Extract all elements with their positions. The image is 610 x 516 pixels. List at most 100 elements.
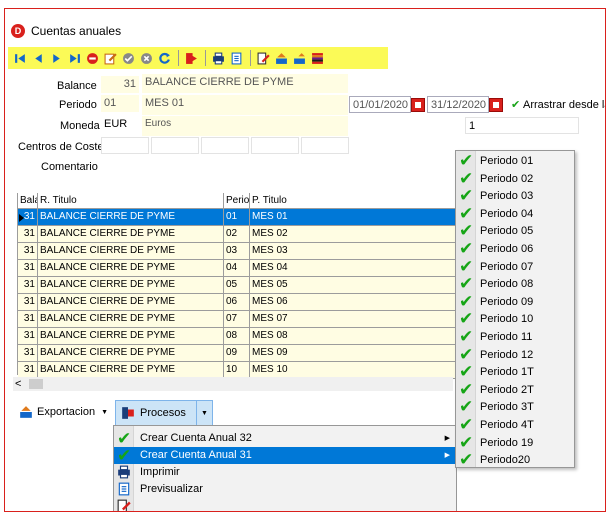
table-row[interactable]: 31 BALANCE CIERRE DE PYME 07 MES 07	[18, 311, 458, 328]
edit-icon[interactable]	[102, 50, 119, 66]
table-cell[interactable]: MES 02	[250, 226, 458, 243]
procesos-menu-item[interactable]: ✔ Crear Cuenta Anual 31 ▶	[114, 447, 456, 465]
table-row[interactable]: 31 BALANCE CIERRE DE PYME 03 MES 03	[18, 243, 458, 260]
periodo-menu-item[interactable]: ✔ Periodo 1T	[456, 364, 574, 382]
table-cell[interactable]: 04	[224, 260, 250, 277]
prev-icon[interactable]	[30, 50, 47, 66]
table-cell[interactable]: 08	[224, 328, 250, 345]
periodo-menu-item[interactable]: ✔ Periodo 04	[456, 205, 574, 224]
table-cell[interactable]: 06	[224, 294, 250, 311]
periodo-menu-item[interactable]: ✔ Periodo 3T	[456, 399, 574, 417]
table-cell[interactable]: 31	[18, 345, 38, 362]
export-button[interactable]: Exportacion ▼	[13, 399, 114, 425]
table-row[interactable]: 31 BALANCE CIERRE DE PYME 09 MES 09	[18, 345, 458, 362]
periodo-menu-item[interactable]: ✔ Periodo 19	[456, 434, 574, 453]
table-cell[interactable]: MES 06	[250, 294, 458, 311]
table-cell[interactable]: 01	[224, 209, 250, 226]
table-cell[interactable]: BALANCE CIERRE DE PYME	[38, 209, 224, 226]
grid-header-perio[interactable]: Perio	[224, 193, 250, 209]
moneda-name-field[interactable]: Euros	[142, 116, 348, 136]
periodo-menu-item[interactable]: ✔ Periodo 4T	[456, 417, 574, 435]
grid-header-r-titulo[interactable]: R. Titulo	[38, 193, 224, 209]
moneda-code-field[interactable]: EUR	[101, 116, 139, 133]
confirm-icon[interactable]	[120, 50, 137, 66]
table-cell[interactable]: 07	[224, 311, 250, 328]
periodo-menu-item[interactable]: ✔ Periodo 02	[456, 170, 574, 189]
table-cell[interactable]: 03	[224, 243, 250, 260]
table-cell[interactable]: BALANCE CIERRE DE PYME	[38, 345, 224, 362]
procesos-menu-item[interactable]: Previsualizar	[114, 481, 456, 498]
procesos-button[interactable]: Procesos ▼	[115, 400, 213, 426]
date-from-calendar-icon[interactable]	[411, 98, 425, 112]
procesos-menu-item[interactable]: ✔ Crear Cuenta Anual 32 ▶	[114, 430, 456, 448]
periodo-menu-item[interactable]: ✔ Periodo20	[456, 452, 574, 470]
table-cell[interactable]: 31	[18, 328, 38, 345]
arrastrar-check-icon[interactable]: ✔	[511, 98, 520, 111]
procesos-menu-item[interactable]	[114, 498, 456, 511]
table-cell[interactable]: BALANCE CIERRE DE PYME	[38, 294, 224, 311]
upload-icon[interactable]	[273, 50, 290, 66]
date-to-calendar-icon[interactable]	[489, 98, 503, 112]
centro-field-1[interactable]	[101, 137, 149, 154]
table-cell[interactable]: 31	[18, 311, 38, 328]
delete-icon[interactable]	[84, 50, 101, 66]
first-icon[interactable]	[12, 50, 29, 66]
print-icon[interactable]	[210, 50, 227, 66]
refresh-icon[interactable]	[156, 50, 173, 66]
periodo-menu-item[interactable]: ✔ Periodo 05	[456, 223, 574, 241]
procesos-dropdown-icon[interactable]: ▼	[196, 401, 212, 425]
table-row[interactable]: 31 BALANCE CIERRE DE PYME 05 MES 05	[18, 277, 458, 294]
table-row[interactable]: 31 BALANCE CIERRE DE PYME 08 MES 08	[18, 328, 458, 345]
centro-field-2[interactable]	[151, 137, 199, 154]
periodo-name-field[interactable]: MES 01	[142, 95, 348, 115]
cancel-icon[interactable]	[138, 50, 155, 66]
periodo-menu-item[interactable]: ✔ Periodo 03	[456, 188, 574, 206]
table-cell[interactable]: MES 04	[250, 260, 458, 277]
preview-icon[interactable]	[228, 50, 245, 66]
scroll-left-icon[interactable]: <	[15, 377, 21, 391]
periodo-menu-item[interactable]: ✔ Periodo 08	[456, 276, 574, 294]
periodo-menu-item[interactable]: ✔ Periodo 11	[456, 329, 574, 347]
table-cell[interactable]: MES 07	[250, 311, 458, 328]
export-dropdown-icon[interactable]: ▼	[101, 409, 108, 416]
periodo-menu-item[interactable]: ✔ Periodo 06	[456, 241, 574, 259]
table-cell[interactable]: 31	[18, 243, 38, 260]
periodo-menu-item[interactable]: ✔ Periodo 07	[456, 258, 574, 277]
table-cell[interactable]: BALANCE CIERRE DE PYME	[38, 260, 224, 277]
grid-header-bala[interactable]: Bala	[18, 193, 38, 209]
table-cell[interactable]: MES 05	[250, 277, 458, 294]
date-to-field[interactable]: 31/12/2020	[427, 96, 489, 113]
centro-field-3[interactable]	[201, 137, 249, 154]
centro-field-4[interactable]	[251, 137, 299, 154]
table-cell[interactable]: MES 01	[250, 209, 458, 226]
comentario-field[interactable]	[101, 157, 453, 174]
periodo-menu-item[interactable]: ✔ Periodo 12	[456, 346, 574, 365]
procesos-menu-item[interactable]: Imprimir	[114, 464, 456, 481]
scroll-thumb[interactable]	[29, 379, 43, 389]
table-cell[interactable]: 31	[18, 294, 38, 311]
upload2-icon[interactable]	[291, 50, 308, 66]
date-from-field[interactable]: 01/01/2020	[349, 96, 411, 113]
table-cell[interactable]: BALANCE CIERRE DE PYME	[38, 311, 224, 328]
periodo-menu-item[interactable]: ✔ Periodo 2T	[456, 381, 574, 400]
table-row[interactable]: 31 BALANCE CIERRE DE PYME 02 MES 02	[18, 226, 458, 243]
table-cell[interactable]: MES 09	[250, 345, 458, 362]
table-cell[interactable]: BALANCE CIERRE DE PYME	[38, 226, 224, 243]
balance-name-field[interactable]: BALANCE CIERRE DE PYME	[142, 74, 348, 93]
exit-icon[interactable]	[183, 50, 200, 66]
last-icon[interactable]	[66, 50, 83, 66]
table-cell[interactable]: MES 03	[250, 243, 458, 260]
periodo-menu-item[interactable]: ✔ Periodo 10	[456, 311, 574, 329]
table-cell[interactable]: 09	[224, 345, 250, 362]
table-cell[interactable]: MES 08	[250, 328, 458, 345]
grid-header-p-titulo[interactable]: P. Titulo	[250, 193, 458, 209]
palette-icon[interactable]	[309, 50, 326, 66]
table-cell[interactable]: 31	[18, 277, 38, 294]
table-cell[interactable]: BALANCE CIERRE DE PYME	[38, 328, 224, 345]
centro-field-5[interactable]	[301, 137, 349, 154]
table-row[interactable]: 31 BALANCE CIERRE DE PYME 04 MES 04	[18, 260, 458, 277]
table-cell[interactable]: 31	[18, 260, 38, 277]
table-cell[interactable]: 05	[224, 277, 250, 294]
horizontal-scrollbar[interactable]: <	[13, 377, 453, 391]
table-cell[interactable]: BALANCE CIERRE DE PYME	[38, 243, 224, 260]
